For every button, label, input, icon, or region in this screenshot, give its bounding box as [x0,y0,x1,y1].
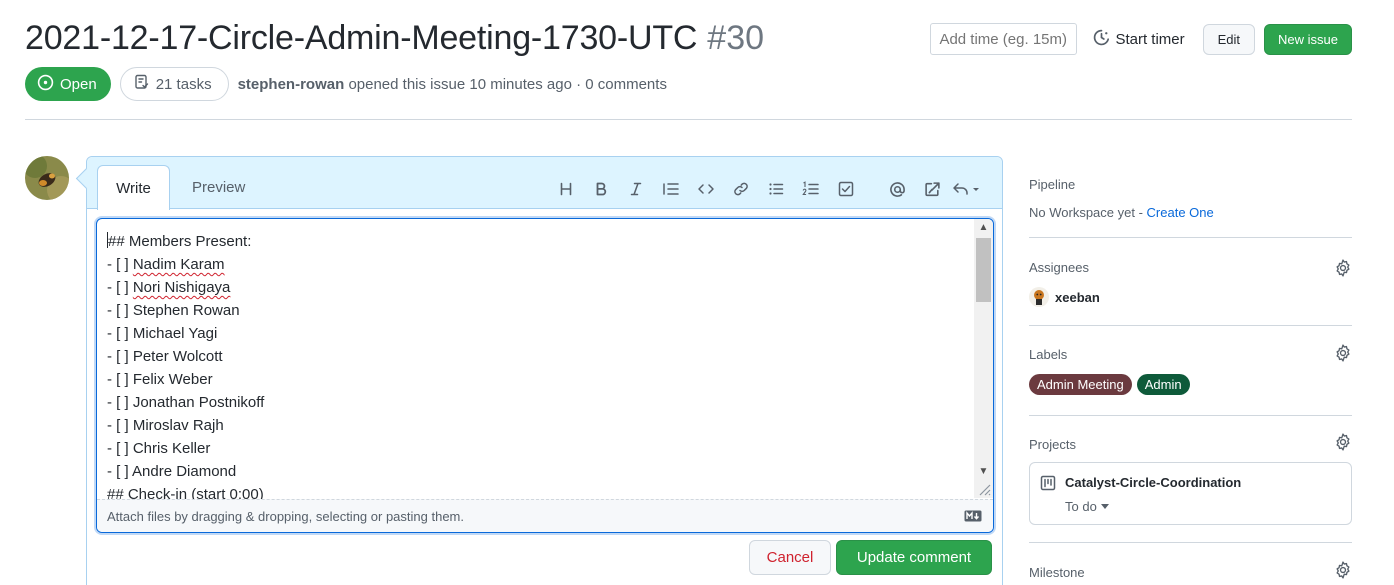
issue-title-row: 2021-12-17-Circle-Admin-Meeting-1730-UTC… [25,14,764,62]
editor-line: - [ ] Felix Weber [107,371,213,388]
assignees-heading[interactable]: Assignees [1029,260,1352,275]
new-issue-button[interactable]: New issue [1264,23,1352,55]
start-timer-button[interactable]: Start timer [1093,29,1185,50]
avatar[interactable] [25,156,69,200]
timer-icon [1093,29,1110,50]
label-admin[interactable]: Admin [1136,374,1190,395]
scroll-down-icon[interactable]: ▼ [974,463,993,480]
assignee-item[interactable]: xeeban [1029,287,1352,307]
assignees-gear-icon[interactable] [1334,259,1352,280]
editor-line: - [ ] Jonathan Postnikoff [107,394,265,411]
resize-grip-icon[interactable] [976,481,992,497]
textarea-scrollbar[interactable]: ▲ ▼ [974,219,993,498]
link-icon[interactable] [723,178,758,200]
status-badge: Open [25,67,111,101]
bulleted-list-icon[interactable] [758,178,793,200]
pipeline-heading: Pipeline [1029,177,1076,192]
tab-write[interactable]: Write [97,165,170,210]
heading-icon[interactable] [548,178,583,200]
markdown-icon[interactable] [964,510,982,522]
label-admin-meeting[interactable]: Admin Meeting [1029,374,1132,395]
attach-hint: Attach files by dragging & dropping, sel… [107,508,464,524]
task-list-icon[interactable] [828,178,863,200]
editor-line: - [ ] Chris Keller [107,440,211,457]
comment-editor: Write Preview ## Members Present: - [ ] N… [86,156,1003,585]
editor-line: - [ ] Nadim Karam [107,256,225,273]
status-label: Open [60,75,97,93]
editor-line: ## Members Present: [107,232,252,250]
issue-sidebar: Pipeline No Workspace yet - Create One A… [1029,156,1352,585]
projects-gear-icon[interactable] [1334,433,1352,454]
tab-preview[interactable]: Preview [192,179,245,196]
numbered-list-icon[interactable] [793,178,828,200]
italic-icon[interactable] [618,178,653,200]
project-board-icon [1040,475,1056,494]
attach-files-bar[interactable]: Attach files by dragging & dropping, sel… [97,499,993,532]
start-timer-label: Start timer [1115,30,1185,48]
labels-section: Labels Admin Meeting Admin [1029,326,1352,416]
header-divider [25,119,1352,120]
labels-gear-icon[interactable] [1334,344,1352,365]
open-issue-icon [37,74,54,95]
mention-icon[interactable] [880,178,915,200]
quote-icon[interactable] [653,178,688,200]
project-column-select[interactable]: To do [1065,499,1109,514]
comment-textarea[interactable]: ## Members Present: - [ ] Nadim Karam - [ … [96,218,994,533]
project-name[interactable]: Catalyst-Circle-Coordination [1065,475,1241,490]
milestone-gear-icon[interactable] [1334,561,1352,582]
milestone-heading[interactable]: Milestone [1029,565,1352,580]
editor-line: - [ ] Michael Yagi [107,325,218,342]
bold-icon[interactable] [583,178,618,200]
reference-icon[interactable] [915,178,950,200]
labels-heading[interactable]: Labels [1029,347,1352,362]
comment-body: ## Members Present: - [ ] Nadim Karam - [ … [107,230,264,506]
code-icon[interactable] [688,178,723,200]
milestone-section: Milestone [1029,543,1352,585]
editor-line: - [ ] Peter Wolcott [107,348,223,365]
update-comment-button[interactable]: Update comment [836,540,992,575]
editor-line: - [ ] Stephen Rowan [107,302,240,319]
issue-meta-row: Open 21 tasks stephen-rowan opened this … [25,67,667,101]
projects-section: Projects Catalyst-Circle-Coordination To… [1029,416,1352,543]
issue-meta-text: stephen-rowan opened this issue 10 minut… [238,76,667,93]
scrollbar-thumb[interactable] [976,238,991,302]
editor-line: - [ ] Miroslav Rajh [107,417,224,434]
markdown-toolbar [548,178,985,200]
opened-text: opened this issue 10 minutes ago · 0 com… [348,75,667,93]
tasks-badge[interactable]: 21 tasks [119,67,229,101]
pipeline-section: Pipeline No Workspace yet - Create One [1029,156,1352,238]
projects-heading[interactable]: Projects [1029,437,1352,452]
assignee-name: xeeban [1055,289,1100,305]
chevron-down-icon [1100,504,1109,509]
author-link[interactable]: stephen-rowan [238,76,345,93]
add-time-input[interactable] [930,23,1078,55]
pipeline-text: No Workspace yet - Create One [1029,205,1214,220]
header-actions: Start timer Edit New issue [930,23,1352,55]
editor-line: - [ ] Andre Diamond [107,463,237,480]
tasks-count: 21 tasks [155,75,212,93]
issue-title: 2021-12-17-Circle-Admin-Meeting-1730-UTC [25,18,698,57]
issue-number: #30 [707,18,765,57]
scroll-up-icon[interactable]: ▲ [974,219,993,236]
cancel-button[interactable]: Cancel [749,540,831,575]
assignees-section: Assignees xeeban [1029,238,1352,326]
labels-list: Admin Meeting Admin [1029,374,1352,395]
checklist-icon [134,74,150,94]
create-workspace-link[interactable]: Create One [1147,205,1214,220]
project-card[interactable]: Catalyst-Circle-Coordination To do [1029,462,1352,525]
reply-icon[interactable] [950,178,985,200]
edit-button[interactable]: Edit [1202,23,1256,55]
editor-line: - [ ] Nori Nishigaya [107,279,231,296]
assignee-avatar [1029,287,1049,307]
